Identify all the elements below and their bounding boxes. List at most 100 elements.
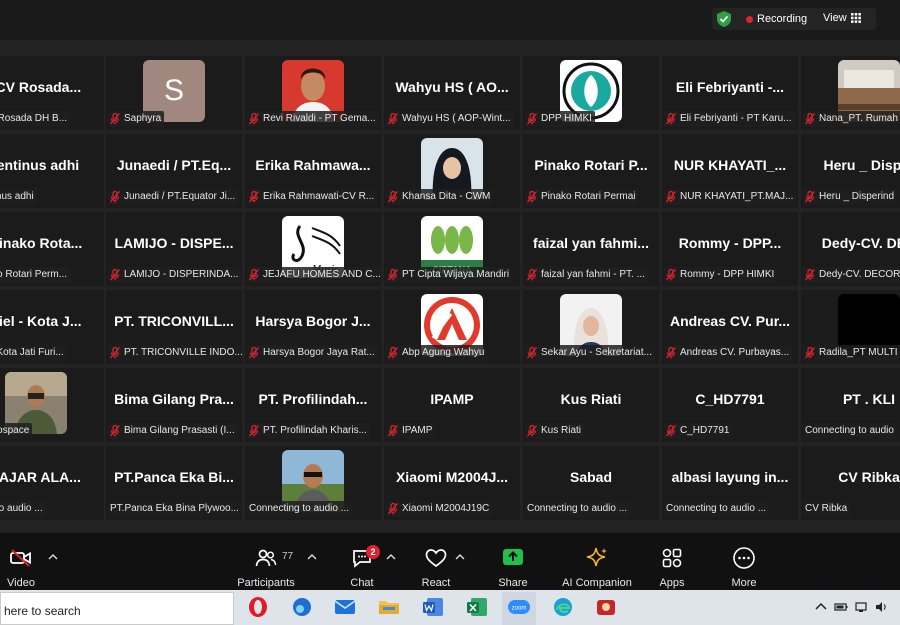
- participant-name: Pinako Rota...: [0, 235, 83, 251]
- edge-copilot-icon[interactable]: [290, 595, 314, 619]
- participant-tile[interactable]: PT. Profilindah... PT. Profilindah Kharis…: [245, 368, 381, 442]
- participant-name: Sabad: [569, 469, 612, 485]
- taskbar-search-box[interactable]: here to search: [0, 592, 234, 625]
- edge-icon[interactable]: [551, 595, 575, 619]
- more-button[interactable]: More: [709, 538, 779, 589]
- participant-tile[interactable]: CIPTANAPT Cipta Wijaya Mandiri: [384, 212, 520, 286]
- participant-tile[interactable]: Pinako Rota... Pinako Rotari Perm...: [0, 212, 104, 286]
- file-explorer-icon[interactable]: [377, 595, 401, 619]
- recording-label[interactable]: Recording: [757, 13, 807, 25]
- participant-tile[interactable]: MusicJEJAFU HOMES AND C...: [245, 212, 381, 286]
- participant-tile[interactable]: C_HD7791 C_HD7791: [662, 368, 798, 442]
- participant-label-text: Connecting to audio ...: [249, 503, 350, 514]
- participant-tile[interactable]: Rommy - DPP... Rommy - DPP HIMKI: [662, 212, 798, 286]
- participant-tile[interactable]: Nana_PT. Rumah: [801, 56, 900, 130]
- participant-label-text: Connecting to audio ...: [666, 503, 767, 514]
- participant-tile[interactable]: Connecting to audio ...: [245, 446, 381, 520]
- game-app-icon[interactable]: [594, 595, 618, 619]
- participant-tile[interactable]: Harsya Bogor J... Harsya Bogor Jaya Rat..…: [245, 290, 381, 364]
- participant-tile[interactable]: Bima Gilang Pra... Bima Gilang Prasasti (…: [106, 368, 242, 442]
- chevron-up-icon[interactable]: [48, 553, 58, 561]
- participant-tile[interactable]: NUR KHAYATI_... NUR KHAYATI_PT.MAJ...: [662, 134, 798, 208]
- chevron-up-icon[interactable]: [307, 553, 317, 561]
- participant-label-text: PT Cipta Wijaya Mandiri: [402, 269, 510, 280]
- participant-tile[interactable]: Khansa Dita - CWM: [384, 134, 520, 208]
- participant-tile[interactable]: Sekar Ayu - Sekretariat...: [523, 290, 659, 364]
- participant-tile[interactable]: albasi layung in... Connecting to audio .…: [662, 446, 798, 520]
- chat-button[interactable]: Chat: [327, 538, 397, 589]
- react-button[interactable]: React: [401, 538, 471, 589]
- participant-tile[interactable]: Dedy-CV. DEC Dedy-CV. DECOR: [801, 212, 900, 286]
- participant-tile[interactable]: Wahyu HS ( AO... Wahyu HS ( AOP-Wint...: [384, 56, 520, 130]
- participant-label-text: niel - Kota Jati Furi...: [0, 347, 64, 358]
- participant-tile[interactable]: Sabad Connecting to audio ...: [523, 446, 659, 520]
- participant-tile[interactable]: DPP HIMKI: [523, 56, 659, 130]
- participant-tile[interactable]: Abp Agung Wahyu: [384, 290, 520, 364]
- participant-label-text: IPAMP: [402, 425, 433, 436]
- participant-name: IPAMP: [430, 391, 474, 407]
- participant-tile[interactable]: niel - Kota J... niel - Kota Jati Furi...: [0, 290, 104, 364]
- participant-tile[interactable]: Erika Rahmawa... Erika Rahmawati-CV R...: [245, 134, 381, 208]
- participant-name: FAJAR ALA...: [0, 469, 81, 485]
- opera-icon[interactable]: [246, 595, 270, 619]
- ai-companion-button[interactable]: AI Companion: [562, 538, 632, 589]
- participant-tile[interactable]: faizal yan fahmi... faizal yan fahmi - PT…: [523, 212, 659, 286]
- participant-tile[interactable]: IPAMP IPAMP: [384, 368, 520, 442]
- share-button[interactable]: Share: [478, 538, 548, 589]
- participant-label: Dedy-CV. DECOR: [803, 267, 900, 283]
- participant-tile[interactable]: PT. TRICONVILL... PT. TRICONVILLE INDO...: [106, 290, 242, 364]
- participant-tile[interactable]: PT.Panca Eka Bi... PT.Panca Eka Bina Plyw…: [106, 446, 242, 520]
- participant-tile[interactable]: PT . KLI Connecting to audio: [801, 368, 900, 442]
- participant-label-text: Saphyra: [124, 113, 162, 124]
- participant-tile[interactable]: Junaedi / PT.Eq... Junaedi / PT.Equator J…: [106, 134, 242, 208]
- participant-tile[interactable]: Radila_PT MULTI: [801, 290, 900, 364]
- participant-tile[interactable]: Revi Rivaldi - PT Gema...: [245, 56, 381, 130]
- mail-icon[interactable]: [333, 595, 357, 619]
- participant-tile[interactable]: Eli Febriyanti -... Eli Febriyanti - PT K…: [662, 56, 798, 130]
- chat-label: Chat: [350, 577, 374, 589]
- heart-icon: [425, 549, 447, 568]
- participant-tile[interactable]: Xiaomi M2004J... Xiaomi M2004J19C: [384, 446, 520, 520]
- chevron-up-icon[interactable]: [814, 600, 828, 614]
- participant-tile[interactable]: Andreas CV. Pur... Andreas CV. Purbayas..…: [662, 290, 798, 364]
- participant-tile[interactable]: lentinus adhi elentinus adhi: [0, 134, 104, 208]
- network-icon[interactable]: [854, 600, 868, 614]
- battery-icon[interactable]: [834, 600, 848, 614]
- participant-label: Connecting to audio: [803, 423, 897, 439]
- zoom-icon[interactable]: zoom: [507, 595, 531, 619]
- participant-tile[interactable]: LAMIJO - DISPE... LAMIJO - DISPERINDA...: [106, 212, 242, 286]
- participant-tile[interactable]: S Saphyra: [106, 56, 242, 130]
- participant-label: Connecting to audio ...: [664, 501, 770, 517]
- participant-label: ry Indospace: [0, 423, 33, 439]
- more-label: More: [731, 577, 757, 589]
- participant-tile[interactable]: Heru _ Disper Heru _ Disperind: [801, 134, 900, 208]
- participant-name: Bima Gilang Pra...: [114, 391, 234, 407]
- mic-muted-icon: [249, 269, 259, 281]
- participant-label: PT Cipta Wijaya Mandiri: [386, 267, 513, 283]
- participant-tile[interactable]: Kus Riati Kus Riati: [523, 368, 659, 442]
- participant-tile[interactable]: -CV Rosada... a-CV Rosada DH B...: [0, 56, 104, 130]
- chevron-up-icon[interactable]: [455, 553, 465, 561]
- participant-label-text: elentinus adhi: [0, 191, 34, 202]
- participants-icon: [255, 549, 277, 567]
- participants-button[interactable]: Participants: [231, 538, 301, 589]
- participant-label-text: a-CV Rosada DH B...: [0, 113, 68, 124]
- view-button[interactable]: View: [823, 12, 847, 24]
- participant-tile[interactable]: Pinako Rotari P... Pinako Rotari Permai: [523, 134, 659, 208]
- apps-button[interactable]: Apps: [637, 538, 707, 589]
- search-placeholder: here to search: [4, 604, 81, 618]
- participant-label: JEJAFU HOMES AND C...: [247, 267, 381, 283]
- participant-tile[interactable]: FAJAR ALA... cting to audio ...: [0, 446, 104, 520]
- word-icon[interactable]: [421, 595, 445, 619]
- shield-icon[interactable]: [716, 10, 732, 28]
- grid-view-icon[interactable]: [851, 13, 861, 23]
- participant-tile[interactable]: ry Indospace: [0, 368, 104, 442]
- participant-label-text: PT.Panca Eka Bina Plywoo...: [110, 503, 239, 514]
- chevron-up-icon[interactable]: [386, 553, 396, 561]
- participant-tile[interactable]: CV Ribka CV Ribka: [801, 446, 900, 520]
- sparkle-icon: [586, 547, 607, 567]
- volume-icon[interactable]: [874, 600, 888, 614]
- excel-icon[interactable]: [465, 595, 489, 619]
- video-button[interactable]: Video: [0, 538, 56, 589]
- participant-label: PT. Profilindah Kharis...: [247, 423, 370, 439]
